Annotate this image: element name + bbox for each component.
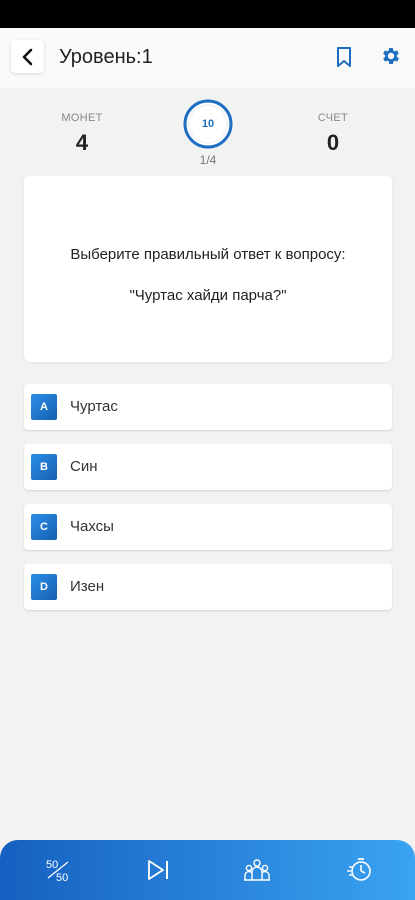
- answer-letter: D: [31, 574, 57, 600]
- answer-letter: A: [31, 394, 57, 420]
- answer-text: Син: [70, 458, 98, 475]
- score-label: СЧЕТ: [317, 112, 349, 124]
- score-stat: СЧЕТ 0: [288, 112, 378, 156]
- bottom-nav: 50 50: [0, 840, 415, 900]
- status-bar: [0, 0, 415, 28]
- chevron-left-icon: [22, 48, 32, 65]
- skip-icon[interactable]: [144, 856, 172, 884]
- time-freeze-icon[interactable]: [346, 856, 374, 884]
- question-text: "Чуртас хайди парча?": [129, 287, 287, 304]
- gear-icon[interactable]: [380, 45, 402, 67]
- answer-letter: B: [31, 454, 57, 480]
- answer-option-a[interactable]: A Чуртас: [24, 384, 392, 430]
- answer-text: Изен: [70, 578, 105, 595]
- question-progress: 1/4: [199, 153, 217, 167]
- question-prompt: Выберите правильный ответ к вопросу:: [70, 246, 346, 263]
- coins-label: МОНЕТ: [61, 112, 103, 124]
- audience-icon[interactable]: [243, 856, 271, 884]
- answer-letter: C: [31, 514, 57, 540]
- page-title: Уровень:1: [59, 46, 153, 68]
- answer-option-b[interactable]: B Син: [24, 444, 392, 490]
- svg-text:50: 50: [56, 872, 68, 884]
- bookmark-icon[interactable]: [334, 46, 354, 68]
- answer-text: Чуртас: [70, 398, 118, 415]
- fifty-fifty-icon[interactable]: 50 50: [44, 856, 72, 884]
- coins-value: 4: [75, 130, 89, 155]
- answer-text: Чахсы: [70, 518, 114, 535]
- coins-stat: МОНЕТ 4: [37, 112, 127, 156]
- question-card: Выберите правильный ответ к вопросу: "Чу…: [24, 176, 392, 362]
- score-value: 0: [326, 130, 340, 155]
- timer-value: 10: [201, 118, 215, 130]
- answer-option-c[interactable]: C Чахсы: [24, 504, 392, 550]
- app-bar: Уровень:1: [0, 28, 415, 88]
- answer-option-d[interactable]: D Изен: [24, 564, 392, 610]
- svg-text:50: 50: [46, 859, 58, 871]
- back-button[interactable]: [11, 40, 44, 73]
